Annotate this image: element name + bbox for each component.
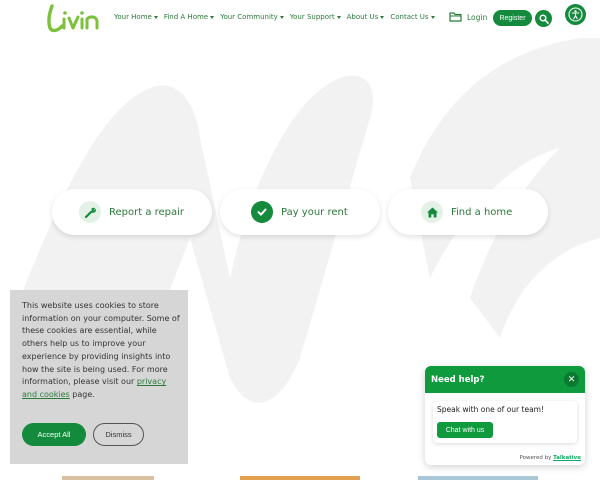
nav-find-a-home[interactable]: Find A Home [163, 13, 215, 21]
home-icon [426, 207, 438, 217]
card-icon-wrap [421, 201, 443, 223]
nav-label: About Us [346, 13, 379, 21]
talkative-link[interactable]: Talkative [553, 455, 581, 461]
card-icon-wrap [79, 201, 101, 223]
accessibility-icon [568, 7, 583, 22]
wrench-icon [84, 207, 96, 218]
livin-logo[interactable] [46, 2, 102, 34]
site-header: Your Home Find A Home Your Community You… [0, 0, 600, 38]
report-repair-card[interactable]: Report a repair [52, 189, 212, 235]
close-icon[interactable]: ✕ [564, 372, 579, 387]
nav-your-home[interactable]: Your Home [114, 13, 158, 21]
chevron-down-icon [210, 16, 215, 19]
search-icon [538, 13, 549, 24]
nav-label: Your Home [114, 13, 152, 21]
chat-widget: Need help? ✕ Speak with one of our team!… [425, 366, 585, 465]
chevron-down-icon [279, 16, 284, 19]
register-button[interactable]: Register [493, 10, 532, 26]
chat-footer: Powered by Talkative [520, 455, 581, 461]
chevron-down-icon [336, 16, 341, 19]
card-label: Pay your rent [281, 206, 348, 218]
card-label: Report a repair [109, 206, 185, 218]
accessibility-button[interactable] [565, 4, 586, 25]
dismiss-button[interactable]: Dismiss [93, 423, 144, 446]
chat-with-us-button[interactable]: Chat with us [437, 422, 493, 438]
login-link[interactable]: Login [467, 13, 487, 22]
chat-header: Need help? ✕ [425, 366, 585, 393]
nav-label: Your Community [220, 13, 278, 21]
accept-all-button[interactable]: Accept All [22, 423, 86, 446]
nav-label: Contact Us [390, 13, 429, 21]
powered-by-text: Powered by [519, 455, 552, 461]
nav-your-community[interactable]: Your Community [220, 13, 284, 21]
cookie-message: This website uses cookies to store infor… [22, 300, 182, 402]
chevron-down-icon [153, 16, 158, 19]
nav-contact-us[interactable]: Contact Us [390, 13, 435, 21]
chat-title: Need help? [431, 374, 485, 385]
folder-icon[interactable] [449, 11, 462, 22]
search-button[interactable] [535, 10, 552, 27]
nav-about-us[interactable]: About Us [347, 13, 385, 21]
nav-label: Your Support [289, 13, 335, 21]
cookie-text-end: page. [69, 389, 95, 399]
chat-message: Speak with one of our team! [437, 405, 544, 414]
cookie-text: This website uses cookies to store infor… [22, 301, 180, 387]
chevron-down-icon [380, 16, 385, 19]
main-nav: Your Home Find A Home Your Community You… [114, 13, 441, 21]
card-icon-wrap [251, 201, 273, 223]
content-image [62, 476, 154, 480]
chat-card: Speak with one of our team! Chat with us [433, 401, 577, 443]
checkmark-icon [257, 208, 267, 216]
nav-your-support[interactable]: Your Support [290, 13, 341, 21]
find-home-card[interactable]: Find a home [388, 189, 548, 235]
pay-rent-card[interactable]: Pay your rent [220, 189, 380, 235]
chevron-down-icon [430, 16, 435, 19]
content-image [240, 476, 360, 480]
content-image [418, 476, 538, 480]
nav-label: Find A Home [163, 13, 209, 21]
cookie-banner: This website uses cookies to store infor… [10, 290, 188, 464]
card-label: Find a home [451, 206, 513, 218]
